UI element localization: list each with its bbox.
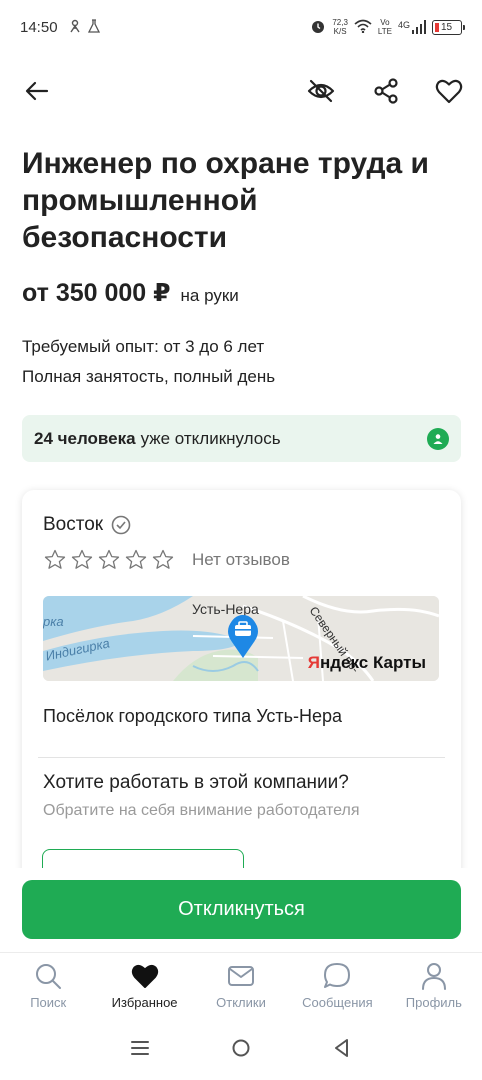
want-to-work-title: Хотите работать в этой компании? [43, 772, 349, 793]
chat-bubble-icon [324, 963, 351, 988]
salary-amount: от 350 000 ₽ [22, 279, 171, 307]
company-name-row[interactable]: Восток [43, 514, 131, 536]
nav-label-messages: Сообщения [302, 995, 373, 1010]
share-button[interactable] [368, 73, 404, 109]
no-reviews-label: Нет отзывов [192, 550, 290, 569]
experience-text: Требуемый опыт: от 3 до 6 лет [22, 337, 265, 356]
nav-item-responses[interactable]: Отклики [193, 953, 289, 1020]
map-pin-icon [226, 614, 260, 665]
vacancy-title: Инженер по охране труда и промышленной б… [22, 147, 429, 254]
speed-unit: K/S [333, 27, 347, 36]
top-toolbar [0, 68, 482, 114]
salary: от 350 000 ₽ на руки [22, 278, 239, 308]
status-system-icons: 72,3 K/S Vo LTE 4G 15 [310, 18, 465, 36]
volte-indicator: Vo LTE [378, 18, 392, 36]
alarm-icon [310, 18, 326, 36]
yandex-maps-logo: Яндекс Карты [307, 653, 426, 672]
person-badge-icon [427, 427, 449, 450]
star-icon [98, 549, 120, 569]
nav-item-search[interactable]: Поиск [0, 953, 96, 1020]
arrow-left-icon [25, 81, 49, 101]
company-address: Посёлок городского типа Усть-Нера [43, 706, 343, 726]
status-bar: 14:50 72,3 K/S Vo LTE 4G 15 [0, 0, 482, 54]
nav-item-messages[interactable]: Сообщения [289, 953, 385, 1020]
lte-label: LTE [377, 27, 392, 36]
nav-item-profile[interactable]: Профиль [386, 953, 482, 1020]
status-time: 14:50 [20, 18, 58, 36]
signal-icon: 4G [398, 20, 426, 34]
respond-button[interactable]: Откликнуться [22, 880, 461, 939]
star-icon [44, 549, 66, 569]
company-map[interactable]: рка Индигирка Усть-Нера Северный пр- Янд… [43, 596, 439, 681]
employment-text: Полная занятость, полный день [22, 367, 276, 386]
nav-label-responses: Отклики [216, 995, 266, 1010]
company-name: Восток [43, 514, 104, 535]
status-notification-icons [68, 18, 100, 36]
system-navigation [0, 1020, 482, 1080]
person-notification-icon [68, 19, 82, 36]
home-circle-icon[interactable] [230, 1037, 252, 1064]
verified-check-icon [111, 515, 131, 535]
nav-label-search: Поиск [30, 995, 67, 1010]
favorite-button[interactable] [431, 73, 467, 109]
heart-outline-icon [435, 79, 463, 104]
flask-icon [87, 18, 100, 36]
responded-count: 24 человека [34, 428, 136, 448]
back-button[interactable] [19, 73, 55, 109]
salary-suffix: на руки [180, 286, 239, 305]
back-triangle-icon[interactable] [331, 1037, 353, 1064]
battery-icon: 15 [432, 19, 465, 35]
heart-filled-icon [131, 964, 158, 988]
nav-label-favorites: Избранное [111, 995, 178, 1010]
share-icon [374, 78, 398, 104]
network-label: 4G [397, 20, 410, 30]
speed-value: 72,3 [332, 18, 348, 27]
search-icon [36, 964, 62, 989]
responded-text: уже откликнулось [140, 428, 281, 448]
wifi-icon [354, 19, 372, 35]
company-card: Восток Нет отзывов рка Индигирка Усть-Не… [22, 490, 461, 910]
nav-item-favorites[interactable]: Избранное [96, 953, 192, 1020]
responded-banner: 24 человека уже откликнулось [22, 415, 461, 462]
rating-stars: Нет отзывов [43, 548, 290, 572]
battery-level: 15 [441, 21, 453, 33]
person-icon [421, 963, 446, 990]
want-to-work-subtitle: Обратите на себя внимание работодателя [43, 802, 360, 819]
mail-icon [228, 966, 255, 986]
star-icon [125, 549, 147, 569]
hide-vacancy-button[interactable] [303, 73, 339, 109]
volte-label: Vo [380, 18, 390, 27]
card-divider [38, 757, 445, 758]
menu-icon[interactable] [129, 1037, 151, 1064]
speed-indicator: 72,3 K/S [332, 18, 348, 36]
eye-off-icon [307, 79, 335, 103]
nav-label-profile: Профиль [405, 995, 462, 1010]
map-river-label: рка [43, 614, 64, 629]
star-icon [71, 549, 93, 569]
star-icon [152, 549, 174, 569]
bottom-navigation: Поиск Избранное Отклики Сообщения Профил… [0, 952, 482, 1020]
